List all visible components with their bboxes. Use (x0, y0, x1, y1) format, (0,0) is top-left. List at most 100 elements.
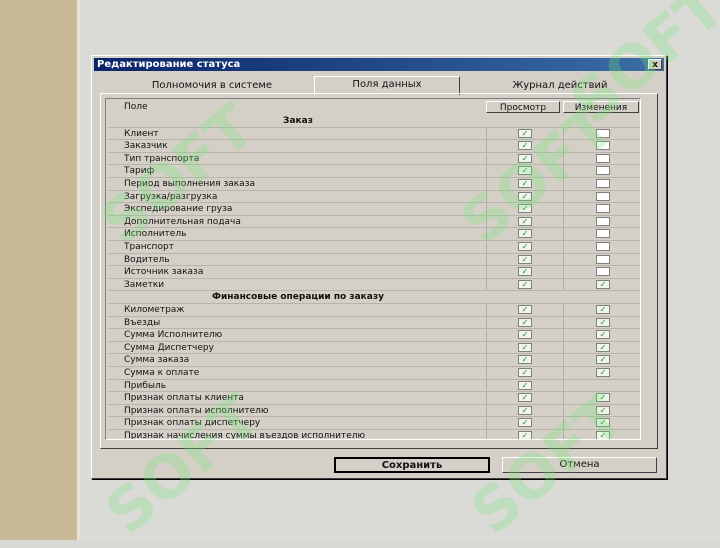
table-row: Заметки ✓ ✓ (108, 278, 640, 292)
edit-checkbox[interactable] (596, 191, 610, 201)
view-checkbox[interactable]: ✓ (518, 166, 532, 176)
edit-checkbox[interactable]: ✓ (596, 355, 610, 365)
edit-checkbox[interactable] (596, 216, 610, 226)
edit-checkbox[interactable]: ✓ (596, 305, 610, 314)
table-row: Заказчик ✓ (108, 140, 640, 153)
table-row: Источник заказа ✓ (108, 266, 640, 279)
view-checkbox[interactable]: ✓ (518, 279, 532, 289)
column-separator (563, 379, 564, 392)
edit-checkbox[interactable]: ✓ (596, 393, 610, 403)
view-checkbox[interactable]: ✓ (518, 242, 532, 251)
edit-checkbox[interactable]: ✓ (596, 431, 610, 439)
table-row: Экспедирование груза ✓ (108, 203, 640, 216)
view-checkbox[interactable]: ✓ (518, 128, 532, 138)
edit-checkbox[interactable]: ✓ (596, 317, 610, 327)
column-separator (563, 165, 564, 177)
view-checkbox[interactable]: ✓ (518, 153, 532, 163)
view-checkbox[interactable]: ✓ (518, 141, 532, 151)
column-separator (563, 354, 564, 366)
column-separator (486, 165, 487, 177)
view-checkbox[interactable]: ✓ (518, 204, 532, 214)
edit-checkbox[interactable]: ✓ (596, 368, 610, 377)
dialog-titlebar: Редактирование статуса x (94, 58, 664, 71)
column-separator (563, 329, 564, 341)
view-checkbox[interactable]: ✓ (518, 267, 532, 277)
header-field: Поле (124, 102, 148, 112)
view-checkbox[interactable]: ✓ (518, 216, 532, 226)
column-separator (486, 392, 487, 404)
column-separator (486, 228, 487, 240)
field-label: Транспорт (124, 242, 174, 252)
field-label: Клиент (124, 128, 159, 139)
table-row: Водитель ✓ (108, 253, 640, 267)
field-label: Тариф (124, 166, 155, 177)
view-checkbox[interactable]: ✓ (518, 355, 532, 365)
column-separator (486, 152, 487, 165)
column-separator (563, 228, 564, 240)
edit-checkbox[interactable] (596, 128, 610, 138)
view-checkbox[interactable]: ✓ (518, 342, 532, 352)
column-separator (563, 417, 564, 429)
view-checkbox[interactable]: ✓ (518, 431, 532, 439)
view-checkbox[interactable]: ✓ (518, 179, 532, 188)
edit-checkbox[interactable]: ✓ (596, 342, 610, 352)
view-checkbox[interactable]: ✓ (518, 368, 532, 377)
left-side-strip (0, 0, 80, 540)
edit-checkbox[interactable]: ✓ (596, 330, 610, 340)
table-row: Тип транспорта ✓ (108, 152, 640, 166)
close-button[interactable]: x (648, 59, 662, 70)
view-checkbox[interactable]: ✓ (518, 191, 532, 201)
view-checkbox[interactable]: ✓ (518, 418, 532, 428)
section-title: Финансовые операции по заказу (212, 292, 384, 303)
table-row: Сумма заказа ✓ ✓ (108, 354, 640, 367)
view-checkbox[interactable]: ✓ (518, 405, 532, 415)
field-label: Въезды (124, 317, 161, 328)
column-separator (563, 392, 564, 404)
column-separator (486, 430, 487, 439)
table-row: Прибыль ✓ (108, 379, 640, 393)
edit-checkbox[interactable] (596, 179, 610, 188)
field-label: Признак начисления суммы въездов исполни… (124, 431, 366, 440)
column-separator (563, 140, 564, 152)
column-separator (486, 341, 487, 354)
view-checkbox[interactable]: ✓ (518, 305, 532, 314)
column-separator (486, 278, 487, 291)
table-row: Тариф ✓ (108, 165, 640, 178)
field-label: Тип транспорта (124, 153, 200, 164)
field-label: Источник заказа (124, 267, 204, 278)
column-separator (486, 304, 487, 316)
edit-checkbox[interactable]: ✓ (596, 405, 610, 415)
edit-checkbox[interactable]: ✓ (596, 279, 610, 289)
edit-checkbox[interactable] (596, 242, 610, 251)
header-view-button[interactable]: Просмотр (486, 101, 560, 113)
field-label: Экспедирование груза (124, 204, 233, 215)
view-checkbox[interactable]: ✓ (518, 393, 532, 403)
field-label: Признак оплаты исполнителю (124, 405, 269, 416)
column-separator (486, 178, 487, 190)
edit-checkbox[interactable] (596, 141, 610, 151)
field-label: Период выполнения заказа (124, 179, 255, 189)
table-row: Период выполнения заказа ✓ (108, 178, 640, 191)
tab-permissions[interactable]: Полномочия в системе (112, 78, 312, 94)
column-separator (563, 241, 564, 253)
edit-checkbox[interactable]: ✓ (596, 418, 610, 428)
edit-checkbox[interactable] (596, 204, 610, 214)
edit-checkbox[interactable] (596, 254, 610, 264)
edit-checkbox[interactable] (596, 153, 610, 163)
save-button[interactable]: Сохранить (334, 457, 490, 473)
edit-checkbox[interactable] (596, 267, 610, 277)
header-edit-button[interactable]: Изменения (563, 101, 639, 113)
tab-action-log[interactable]: Журнал действий (460, 78, 660, 94)
view-checkbox[interactable]: ✓ (518, 229, 532, 239)
edit-checkbox[interactable] (596, 166, 610, 176)
column-separator (563, 341, 564, 354)
view-checkbox[interactable]: ✓ (518, 254, 532, 264)
table-row: Исполнитель ✓ (108, 228, 640, 241)
view-checkbox[interactable]: ✓ (518, 380, 532, 390)
cancel-button[interactable]: Отмена (502, 457, 657, 473)
view-checkbox[interactable]: ✓ (518, 330, 532, 340)
edit-checkbox[interactable] (596, 229, 610, 239)
column-separator (486, 127, 487, 140)
table-row: Дополнительная подача ✓ (108, 215, 640, 229)
view-checkbox[interactable]: ✓ (518, 317, 532, 327)
